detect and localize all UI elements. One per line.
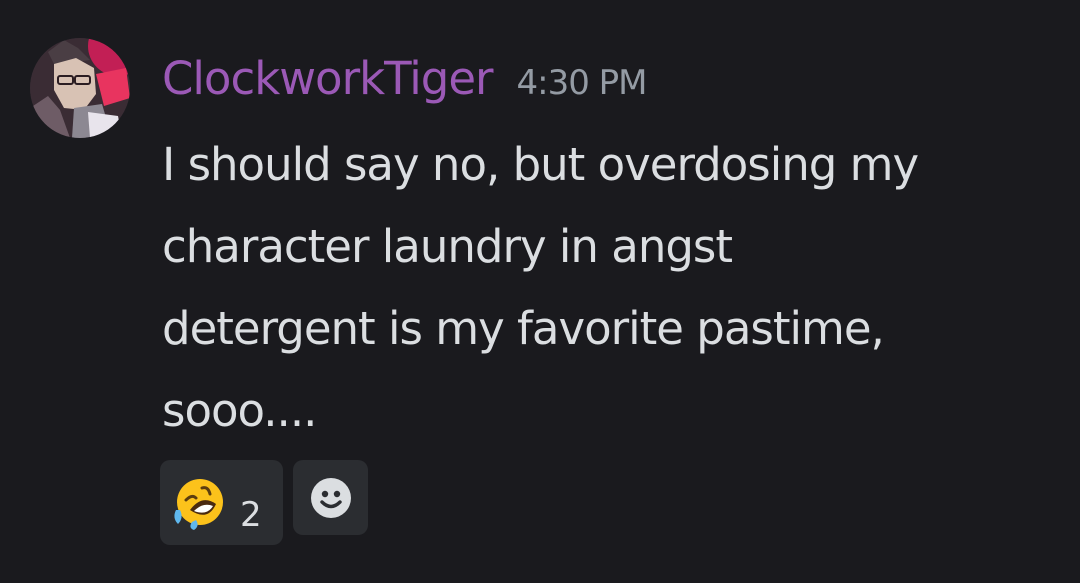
timestamp[interactable]: 4:30 PM <box>517 50 648 116</box>
message-content: I should say no, but overdosing my chara… <box>162 124 1062 452</box>
avatar-image <box>30 38 130 138</box>
message-header: ClockworkTiger 4:30 PM <box>162 46 648 112</box>
message-line: sooo.... <box>162 384 317 437</box>
add-reaction-button[interactable] <box>293 460 368 535</box>
username[interactable]: ClockworkTiger <box>162 46 494 112</box>
message-line: character laundry in angst <box>162 220 733 273</box>
user-avatar[interactable] <box>30 38 130 138</box>
reaction-count: 2 <box>240 494 262 535</box>
reactions-bar: 2 <box>160 460 368 545</box>
reaction-chip[interactable]: 2 <box>160 460 283 545</box>
message-line: I should say no, but overdosing my <box>162 138 919 191</box>
message-line: detergent is my favorite pastime, <box>162 302 885 355</box>
message: ClockworkTiger 4:30 PM I should say no, … <box>0 0 1080 583</box>
smiley-add-reaction-icon <box>310 477 351 518</box>
rolling-on-floor-laughing-emoji-icon <box>174 478 223 530</box>
